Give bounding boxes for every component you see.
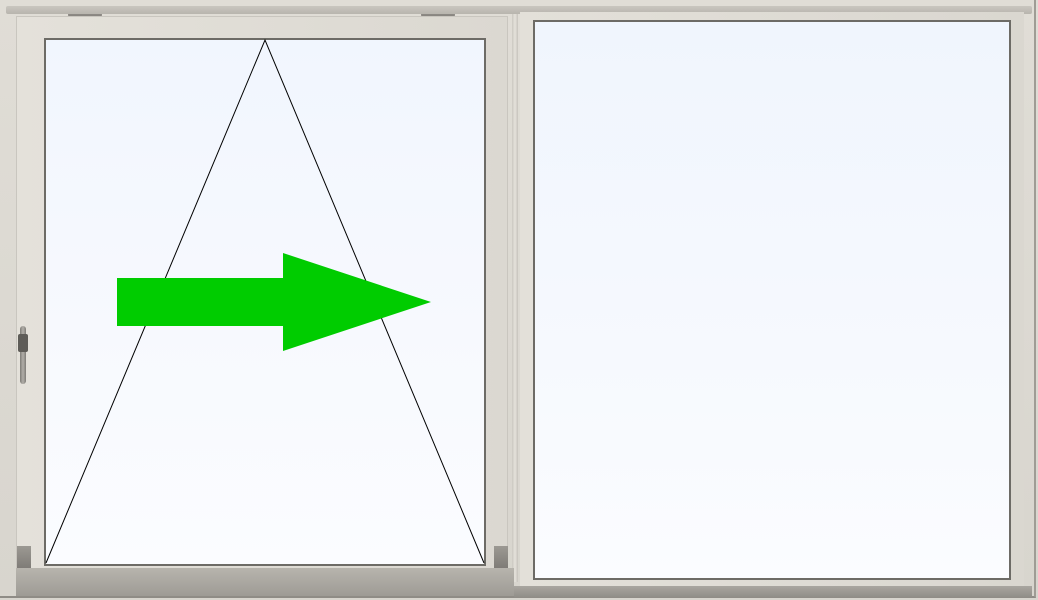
opening-arrow-icon xyxy=(117,253,431,351)
opening-indicator xyxy=(45,38,485,564)
